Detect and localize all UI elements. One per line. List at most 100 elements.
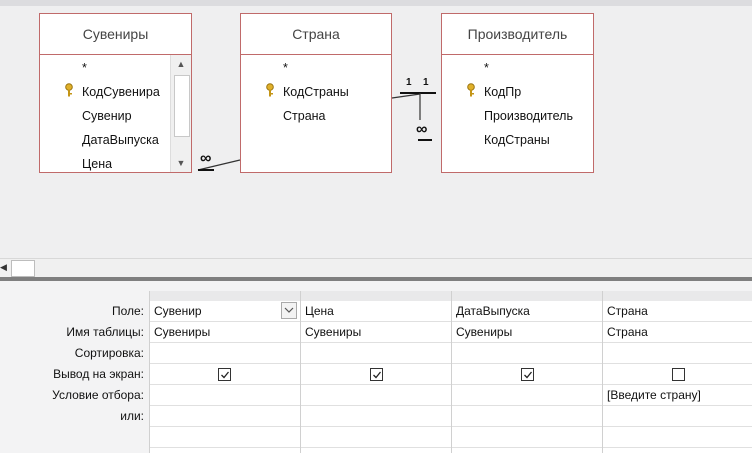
cell-sort[interactable] (150, 343, 301, 364)
chevron-down-icon (284, 307, 294, 313)
field-label: КодСтраны (283, 85, 349, 99)
checkmark-icon (221, 371, 230, 379)
cell-or[interactable] (301, 406, 452, 427)
show-checkbox[interactable] (370, 368, 383, 381)
field-dropdown[interactable] (281, 302, 297, 319)
cell-text: Сувениры (456, 325, 513, 339)
field-kod-strany[interactable]: КодСтраны (484, 130, 550, 150)
field-label: * (484, 61, 489, 75)
field-label: Производитель (484, 109, 573, 123)
cell-or[interactable] (150, 406, 301, 427)
grid-column-tsena[interactable]: Цена Сувениры (300, 291, 452, 453)
column-selector[interactable] (603, 291, 752, 301)
cell-field[interactable]: Страна (603, 301, 752, 322)
field-data-vypuska[interactable]: ДатаВыпуска (82, 130, 159, 150)
show-checkbox[interactable] (672, 368, 685, 381)
cell-empty[interactable] (301, 427, 452, 448)
cell-table[interactable]: Сувениры (150, 322, 301, 343)
row-label-field: Поле: (111, 304, 144, 318)
cell-table[interactable]: Сувениры (301, 322, 452, 343)
cell-empty[interactable] (603, 427, 752, 448)
field-strana[interactable]: Страна (283, 106, 326, 126)
field-label: Сувенир (82, 109, 132, 123)
primary-key-icon (266, 83, 274, 97)
cell-sort[interactable] (603, 343, 752, 364)
cell-or[interactable] (603, 406, 752, 427)
cell-text: Цена (305, 304, 334, 318)
cell-text: Страна (607, 304, 648, 318)
field-proizvoditel[interactable]: Производитель (484, 106, 573, 126)
join-line-country-manufacturer[interactable] (391, 93, 421, 99)
field-kod-pr[interactable]: КодПр (484, 82, 521, 102)
cell-empty[interactable] (452, 427, 603, 448)
cell-text: Сувениры (305, 325, 362, 339)
grid-column-strana[interactable]: Страна Страна [Введите страну] (602, 291, 752, 453)
cell-text: Сувенир (154, 304, 202, 318)
column-selector[interactable] (150, 291, 301, 301)
field-kod-strany[interactable]: КодСтраны (283, 82, 349, 102)
table-title: Сувениры (40, 14, 191, 55)
query-design-grid: Поле: Имя таблицы: Сортировка: Вывод на … (0, 281, 752, 453)
relationships-pane: Сувениры * КодСувенира Сувенир ДатаВыпус… (0, 0, 752, 258)
field-label: * (283, 61, 288, 75)
infinity-label: ∞ (200, 150, 212, 167)
cell-text: [Введите страну] (607, 388, 701, 402)
cell-text: Страна (607, 325, 648, 339)
grid-column-data-vypuska[interactable]: ДатаВыпуска Сувениры (451, 291, 603, 453)
table-title: Производитель (442, 14, 593, 55)
cell-field[interactable]: Цена (301, 301, 452, 322)
cell-criteria[interactable] (452, 385, 603, 406)
cell-criteria[interactable] (150, 385, 301, 406)
vertical-scrollbar[interactable]: ▲ ▼ (170, 55, 191, 172)
row-label-or: или: (120, 409, 144, 423)
show-checkbox[interactable] (521, 368, 534, 381)
one-label: 1 (423, 77, 429, 88)
cell-criteria[interactable] (301, 385, 452, 406)
cell-field[interactable]: ДатаВыпуска (452, 301, 603, 322)
field-star[interactable]: * (484, 58, 489, 78)
infinity-label: ∞ (416, 121, 428, 138)
field-label: КодПр (484, 85, 522, 99)
field-tsena[interactable]: Цена (82, 154, 112, 174)
field-star[interactable]: * (82, 58, 87, 78)
field-label: * (82, 61, 87, 75)
field-label: КодСувенира (82, 85, 160, 99)
cell-or[interactable] (452, 406, 603, 427)
column-selector[interactable] (301, 291, 452, 301)
table-souvenirs[interactable]: Сувениры * КодСувенира Сувенир ДатаВыпус… (39, 13, 192, 173)
scroll-left-icon[interactable]: ◀ (0, 262, 8, 274)
cell-sort[interactable] (301, 343, 452, 364)
horizontal-scrollbar[interactable]: ◀ (0, 258, 752, 277)
primary-key-icon (65, 83, 73, 97)
scroll-thumb[interactable] (174, 75, 190, 137)
cell-sort[interactable] (452, 343, 603, 364)
cell-table[interactable]: Сувениры (452, 322, 603, 343)
table-country[interactable]: Страна * КодСтраны Страна (240, 13, 392, 173)
scroll-down-icon[interactable]: ▼ (171, 154, 191, 172)
cell-text: Сувениры (154, 325, 211, 339)
row-label-show: Вывод на экран: (53, 367, 144, 381)
checkmark-icon (373, 371, 382, 379)
scroll-up-icon[interactable]: ▲ (171, 55, 191, 73)
field-star[interactable]: * (283, 58, 288, 78)
cell-empty[interactable] (150, 427, 301, 448)
cell-field[interactable]: Сувенир (150, 301, 301, 322)
field-label: Страна (283, 109, 326, 123)
field-label: КодСтраны (484, 133, 550, 147)
row-label-sort: Сортировка: (74, 346, 144, 360)
cell-text: ДатаВыпуска (456, 304, 530, 318)
grid-column-suvenir[interactable]: Сувенир Сувениры (149, 291, 301, 453)
scroll-thumb[interactable] (11, 260, 35, 277)
primary-key-icon (467, 83, 475, 97)
checkmark-icon (524, 371, 533, 379)
table-manufacturer[interactable]: Производитель * КодПр Производитель КодС… (441, 13, 594, 173)
column-selector[interactable] (452, 291, 603, 301)
top-strip (0, 0, 752, 6)
row-label-table: Имя таблицы: (66, 325, 144, 339)
field-label: ДатаВыпуска (82, 133, 159, 147)
field-suvenir[interactable]: Сувенир (82, 106, 132, 126)
cell-table[interactable]: Страна (603, 322, 752, 343)
show-checkbox[interactable] (218, 368, 231, 381)
cell-criteria[interactable]: [Введите страну] (603, 385, 752, 406)
field-kod-suvenira[interactable]: КодСувенира (82, 82, 160, 102)
